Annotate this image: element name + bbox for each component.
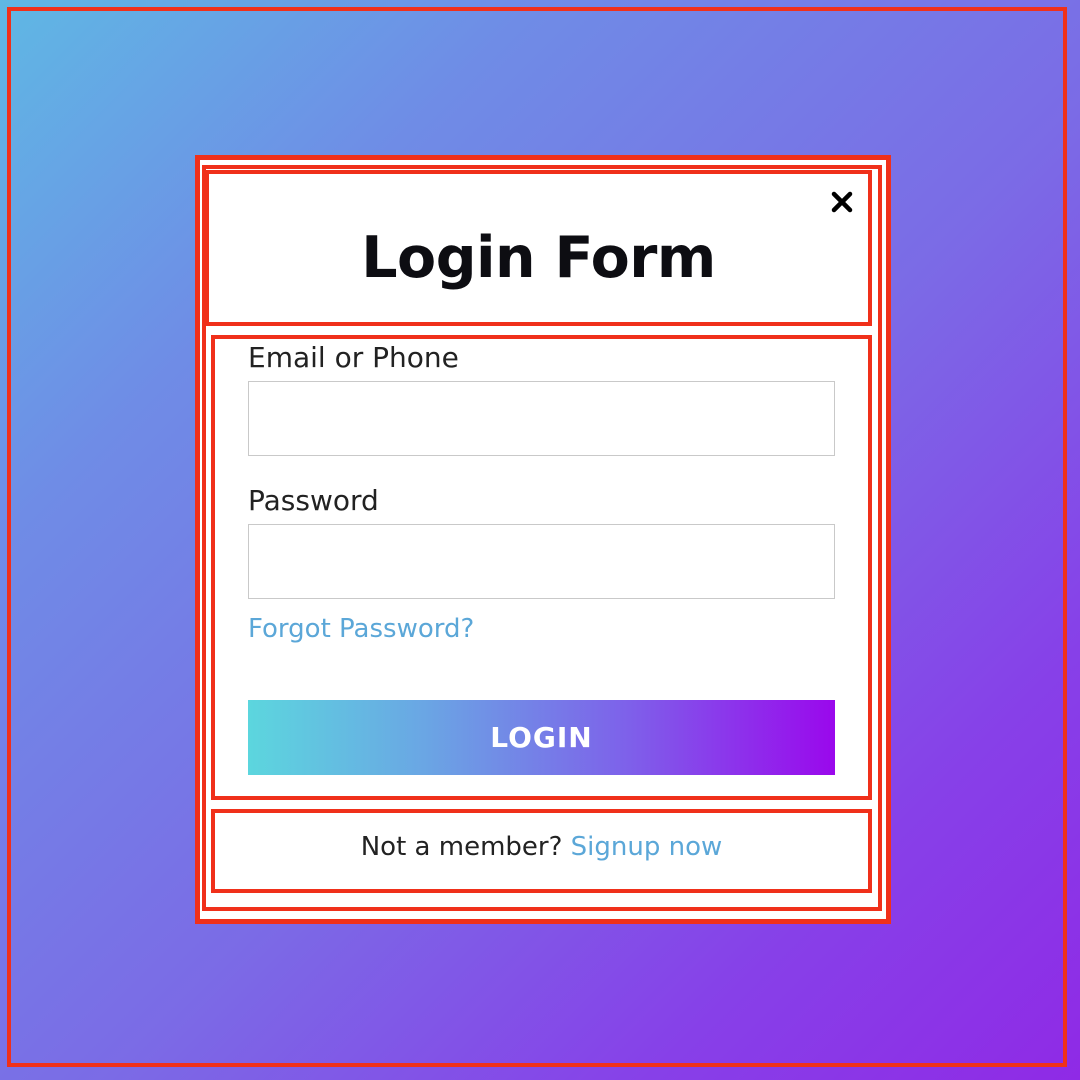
close-icon-glyph <box>831 191 853 213</box>
email-label: Email or Phone <box>248 341 459 374</box>
signup-link[interactable]: Signup now <box>571 832 723 862</box>
password-label: Password <box>248 484 379 517</box>
password-field[interactable] <box>248 524 835 599</box>
modal-title: Login Form <box>361 225 716 291</box>
signup-prompt: Not a member? <box>360 832 563 862</box>
close-icon[interactable] <box>826 186 858 218</box>
signup-prompt-row: Not a member? Signup now <box>211 830 872 864</box>
login-button[interactable]: LOGIN <box>248 700 835 775</box>
email-field[interactable] <box>248 381 835 456</box>
forgot-password-link[interactable]: Forgot Password? <box>248 612 474 646</box>
